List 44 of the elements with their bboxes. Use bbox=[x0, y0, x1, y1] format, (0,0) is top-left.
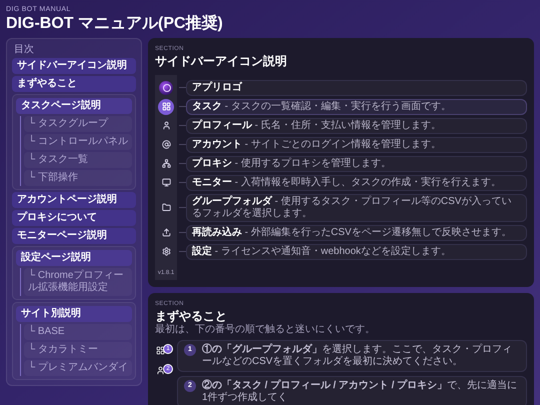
app-logo-icon[interactable] bbox=[159, 80, 173, 94]
toc-item[interactable]: まずやること bbox=[12, 76, 136, 92]
at-sign-icon bbox=[162, 140, 170, 149]
toc-item[interactable]: アカウントページ説明 bbox=[12, 192, 136, 208]
toc-subitem[interactable]: └ タスク一覧 bbox=[24, 152, 132, 168]
icon-description: 再読み込み - 外部編集を行ったCSVをページ遷移無しで反映させます。 bbox=[186, 224, 527, 240]
toc-label: 目次 bbox=[13, 44, 35, 56]
grid-icon bbox=[162, 102, 170, 111]
user-icon bbox=[162, 121, 170, 130]
section-title: まずやること bbox=[155, 308, 228, 324]
icon-description: グループフォルダ - 使用するタスク・プロフィール等のCSVが入っているフォルダを選択します。 bbox=[186, 194, 527, 222]
settings-icon bbox=[162, 247, 170, 256]
toc-subitem[interactable]: └ タカラトミー bbox=[24, 342, 132, 358]
icon-description: 設定 - ライセンスや通知音・webhookなどを設定します。 bbox=[186, 244, 527, 260]
icon-description: タスク - タスクの一覧確認・編集・実行を行う画面です。 bbox=[186, 98, 527, 114]
icon-description: アプリロゴ bbox=[186, 80, 527, 96]
section-title: サイドバーアイコン説明 bbox=[155, 53, 288, 69]
toc-subitem[interactable]: └ 下部操作 bbox=[24, 170, 132, 186]
step-text: ①の「グループフォルダ」を選択します。ここで、タスク・プロフィールなどのCSVを置くフォルダを最初に決めてください。 bbox=[202, 344, 513, 368]
page-title: DIG-BOT マニュアル(PC推奨) bbox=[6, 14, 224, 34]
grid-icon bbox=[156, 346, 165, 355]
toc-item[interactable]: タスクページ説明 bbox=[16, 98, 132, 114]
monitor-icon bbox=[162, 178, 170, 187]
toc-item[interactable]: サイト別説明 bbox=[16, 306, 132, 322]
selected-sidebar-icon[interactable] bbox=[158, 98, 174, 114]
toc-item[interactable]: モニターページ説明 bbox=[12, 228, 136, 244]
section-subtitle: 最初は、下の番号の順で触ると迷いにくいです。 bbox=[155, 324, 376, 336]
user-icon bbox=[156, 366, 165, 375]
icon-description: プロキシ - 使用するプロキシを管理します。 bbox=[186, 156, 527, 172]
toc-subitem[interactable]: └ プレミアムバンダイ bbox=[24, 360, 132, 376]
toc-item[interactable]: プロキシについて bbox=[12, 210, 136, 226]
icon-description: プロフィール - 氏名・住所・支払い情報を管理します。 bbox=[186, 118, 527, 134]
step-text: ②の「タスク / プロフィール / アカウント / プロキシ」で、先に適当に1件ずつ作成してく bbox=[202, 380, 518, 404]
upload-icon bbox=[162, 228, 170, 237]
toc-subitem[interactable]: └ Chromeプロフィール拡張機能用設定 bbox=[24, 268, 132, 296]
network-icon bbox=[162, 159, 170, 168]
toc-item[interactable]: 設定ページ説明 bbox=[16, 250, 132, 266]
toc-subitem[interactable]: └ コントロールパネル bbox=[24, 134, 132, 150]
toc-subitem[interactable]: └ BASE bbox=[24, 324, 132, 340]
icon-description: モニター - 入荷情報を即時入手し、タスクの作成・実行を行えます。 bbox=[186, 174, 527, 190]
toc-item[interactable]: サイドバーアイコン説明 bbox=[12, 58, 136, 74]
folder-icon bbox=[162, 203, 170, 212]
toc-subitem[interactable]: └ タスクグループ bbox=[24, 116, 132, 132]
icon-description: アカウント - サイトごとのログイン情報を管理します。 bbox=[186, 136, 527, 152]
